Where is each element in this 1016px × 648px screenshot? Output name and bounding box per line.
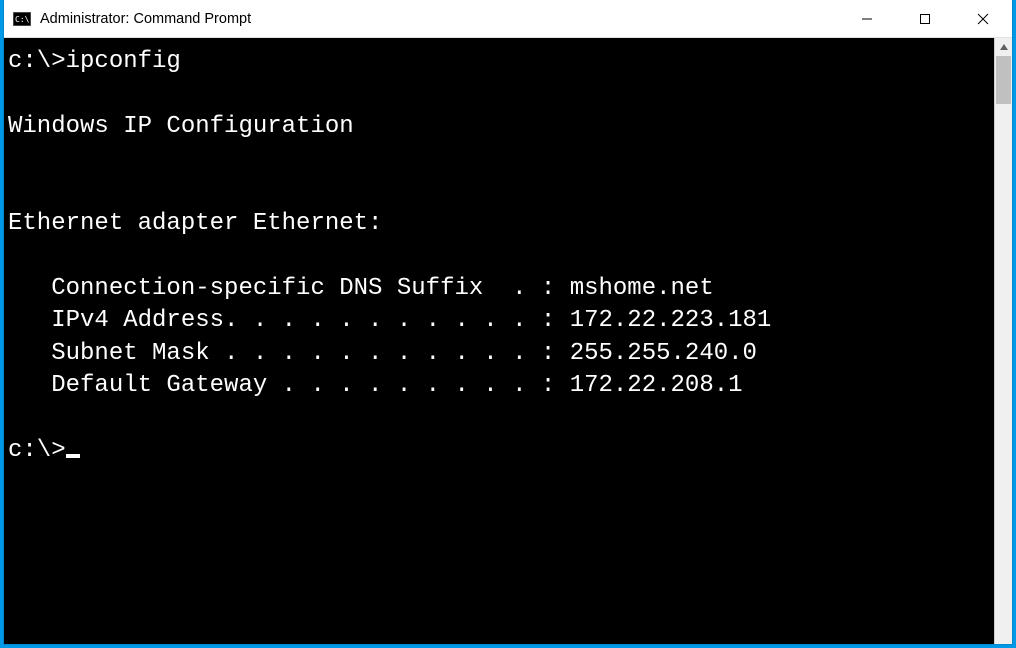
ipv4-address-line: IPv4 Address. . . . . . . . . . . : 172.… <box>8 307 771 334</box>
scroll-thumb[interactable] <box>996 56 1011 104</box>
content-area: c:\>ipconfig Windows IP Configuration Et… <box>4 38 1012 644</box>
command-prompt-window: C:\ Administrator: Command Prompt c:\>ip… <box>4 0 1012 644</box>
dns-suffix-line: Connection-specific DNS Suffix . : mshom… <box>8 275 714 302</box>
command-text: ipconfig <box>66 48 181 75</box>
terminal-output[interactable]: c:\>ipconfig Windows IP Configuration Et… <box>4 38 994 644</box>
maximize-button[interactable] <box>896 0 954 37</box>
output-header: Windows IP Configuration <box>8 113 354 140</box>
prompt: c:\> <box>8 48 66 75</box>
titlebar[interactable]: C:\ Administrator: Command Prompt <box>4 0 1012 38</box>
window-title: Administrator: Command Prompt <box>40 11 838 27</box>
vertical-scrollbar[interactable] <box>994 38 1012 644</box>
cursor <box>66 454 80 458</box>
default-gateway-line: Default Gateway . . . . . . . . . : 172.… <box>8 372 743 399</box>
close-button[interactable] <box>954 0 1012 37</box>
scroll-up-arrow-icon[interactable] <box>995 38 1012 56</box>
window-controls <box>838 0 1012 37</box>
prompt: c:\> <box>8 437 66 464</box>
cmd-icon: C:\ <box>12 9 32 29</box>
minimize-button[interactable] <box>838 0 896 37</box>
svg-text:C:\: C:\ <box>15 15 30 24</box>
subnet-mask-line: Subnet Mask . . . . . . . . . . . : 255.… <box>8 340 757 367</box>
adapter-name: Ethernet adapter Ethernet: <box>8 210 382 237</box>
